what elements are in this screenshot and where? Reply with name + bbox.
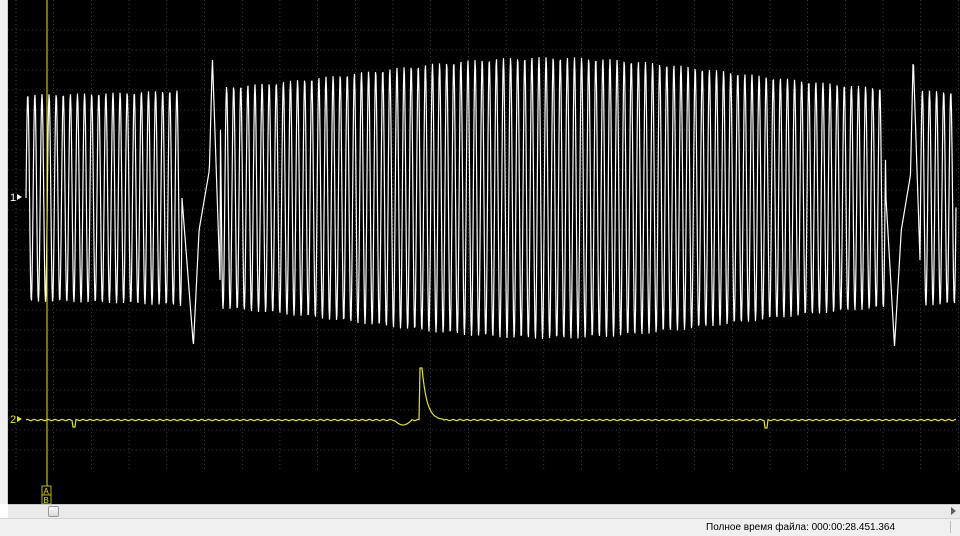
waveform-display[interactable]: 1 2 A B [8,0,960,504]
left-frame [0,0,8,504]
oscilloscope-window: 1 2 A B Полное время файла: 000:00:28.45… [0,0,960,536]
channel-1-label[interactable]: 1 [10,192,16,204]
horizontal-scrollbar[interactable] [8,504,960,518]
total-file-time: Полное время файла: 000:00:28.451.364 [706,522,896,533]
status-bar: Полное время файла: 000:00:28.451.364 [0,518,960,536]
scroll-thumb[interactable] [48,506,59,517]
scroll-right-arrow-icon[interactable] [951,507,956,515]
channel-2-label[interactable]: 2 [10,414,16,426]
status-separator [950,521,951,533]
cursor-b-label: B [44,496,49,504]
